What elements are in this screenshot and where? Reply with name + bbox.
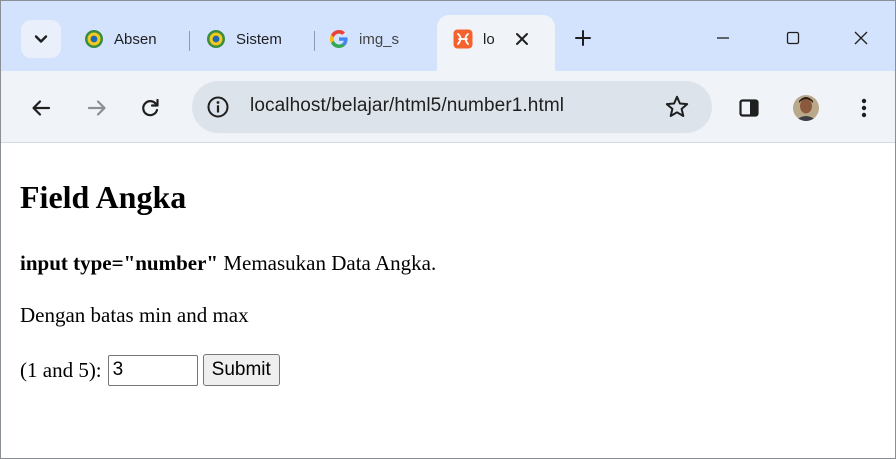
maximize-button[interactable] [775,23,811,53]
new-tab-button[interactable] [568,23,598,53]
seal-icon [85,30,103,48]
kebab-menu-icon [861,98,867,118]
close-icon[interactable] [515,32,529,46]
tab-title: img_s [359,30,400,48]
url-text[interactable]: localhost/belajar/html5/number1.html [250,95,564,117]
page-content: Field Angka input type="number" Memasuka… [1,143,895,458]
page-title: Field Angka [20,179,187,215]
reload-button[interactable] [133,91,167,125]
tab-separator [189,31,190,51]
tab-search-icon [34,35,48,43]
maximize-icon [786,31,800,45]
back-button[interactable] [24,91,58,125]
seal-icon [207,30,225,48]
forward-button[interactable] [80,91,114,125]
profile-button[interactable] [789,91,823,125]
range-note: Dengan batas min and max [20,303,249,327]
plus-icon [575,30,591,46]
tab-sistem[interactable]: Sistem [206,21,301,57]
close-window-icon [854,31,868,45]
close-window-button[interactable] [843,23,879,53]
browser-toolbar: localhost/belajar/html5/number1.html [1,71,895,143]
browser-window: Absen Sistem img_s lo localhost/belajar/… [0,0,896,459]
tab-img-search[interactable]: img_s [329,21,421,57]
google-icon [330,30,348,48]
minimize-icon [717,37,729,39]
tab-localhost[interactable]: lo [453,21,543,57]
menu-button[interactable] [847,91,881,125]
tab-absen[interactable]: Absen [84,21,176,57]
intro-text: Memasukan Data Angka. [218,251,437,275]
tab-title: Absen [114,30,157,48]
tab-title: Sistem [236,30,282,48]
address-bar[interactable]: localhost/belajar/html5/number1.html [192,81,712,133]
forward-arrow-icon [87,100,106,116]
tab-title: lo [483,30,495,48]
intro-code: input type="number" [20,251,219,275]
side-panel-icon [739,99,759,117]
site-info-icon[interactable] [206,95,230,119]
intro-paragraph: input type="number" Memasukan Data Angka… [20,251,436,275]
tab-search-button[interactable] [21,20,61,58]
submit-button[interactable]: Submit [202,354,280,386]
number-input[interactable]: 3 [107,354,198,386]
profile-avatar [793,95,819,121]
number-field-label: (1 and 5): [20,357,102,382]
back-arrow-icon [32,100,51,116]
side-panel-button[interactable] [732,91,766,125]
number-form: (1 and 5): 3 Submit [20,353,280,387]
star-icon[interactable] [664,94,690,120]
xampp-icon [453,29,473,49]
reload-icon [142,98,159,117]
tab-separator [314,31,315,51]
minimize-button[interactable] [705,23,741,53]
tab-strip: Absen Sistem img_s lo [1,1,895,73]
